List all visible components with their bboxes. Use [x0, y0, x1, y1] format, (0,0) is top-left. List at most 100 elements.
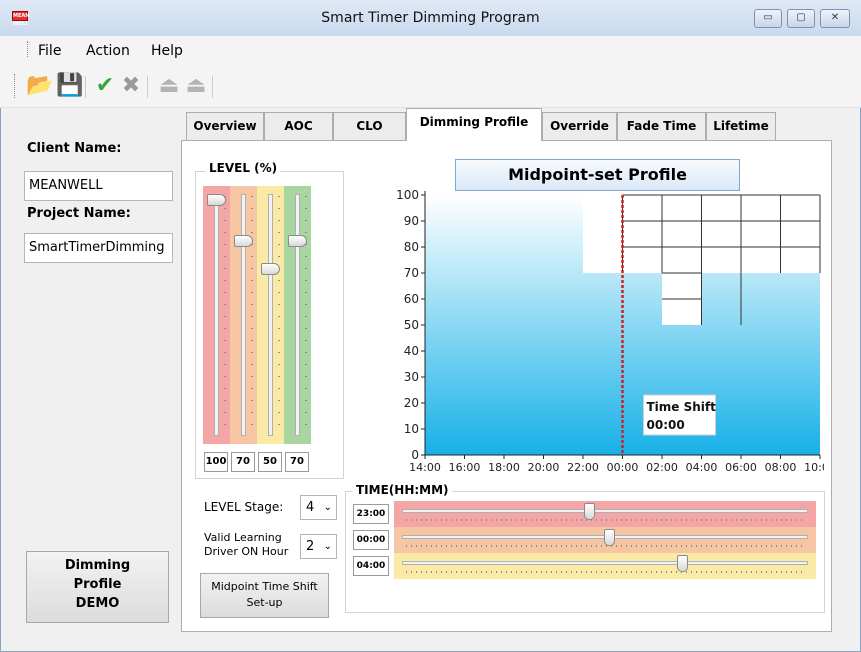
level-value-2[interactable]: 70: [231, 452, 255, 472]
chart-x-tick-label: 22:00: [567, 461, 599, 474]
level-slider-1-thumb[interactable]: [207, 194, 226, 206]
tab-lifetime[interactable]: Lifetime: [706, 112, 776, 140]
valid-learning-line-2: Driver ON Hour: [204, 545, 289, 558]
menu-file[interactable]: File: [38, 43, 61, 59]
chart-annotation-label: Time Shift: [647, 400, 717, 414]
time-slider-3-thumb[interactable]: [677, 555, 689, 572]
chart-y-tick-label: 40: [404, 344, 419, 358]
project-name-input[interactable]: SmartTimerDimming: [24, 233, 173, 263]
time-value-1[interactable]: 23:00: [353, 504, 389, 524]
time-value-2[interactable]: 00:00: [353, 530, 389, 550]
level-slider-4[interactable]: [295, 194, 300, 436]
time-slider-3-track-bg: [394, 553, 816, 579]
chart-x-tick-label: 00:00: [607, 461, 639, 474]
time-slider-3[interactable]: [402, 561, 808, 565]
cross-icon: ✖: [121, 73, 141, 98]
level-slider-4-thumb[interactable]: [288, 235, 307, 248]
chart-y-tick-label: 0: [411, 448, 419, 462]
dimming-profile-chart: 0 10 20 30 40 50 60 70 80 90 100 14:00 16:00 18:00 20:…: [396, 188, 824, 474]
chart-y-tick-label: 10: [404, 422, 419, 436]
tab-overview[interactable]: Overview: [186, 112, 264, 140]
chart-y-tick-label: 100: [396, 188, 419, 202]
menu-action[interactable]: Action: [86, 43, 130, 59]
chart-y-tick-label: 90: [404, 214, 419, 228]
save-button[interactable]: 💾: [56, 73, 84, 99]
level-slider-ticks: [224, 196, 226, 434]
learning-hour-select[interactable]: 2 ⌄: [300, 534, 337, 559]
open-folder-icon: 📂: [26, 73, 54, 98]
window-title: Smart Timer Dimming Program: [321, 10, 540, 26]
chart-x-tick-label: 18:00: [488, 461, 520, 474]
tab-dimming-profile[interactable]: Dimming Profile: [406, 108, 542, 141]
level-slider-ticks: [278, 196, 280, 434]
time-value-3[interactable]: 04:00: [353, 556, 389, 576]
chart-x-tick-label: 02:00: [646, 461, 678, 474]
level-value-1[interactable]: 100: [204, 452, 228, 472]
chart-y-tick-label: 50: [404, 318, 419, 332]
level-slider-3-thumb[interactable]: [261, 263, 280, 275]
chart-y-tick-label: 80: [404, 240, 419, 254]
download-icon: ⏏: [185, 73, 207, 98]
minimize-button[interactable]: ▭: [754, 9, 782, 28]
dimming-profile-page: LEVEL (%) 100 70 50 70 Midpoint-set Profile…: [181, 140, 832, 632]
level-slider-3[interactable]: [268, 194, 273, 436]
maximize-icon: ▢: [796, 12, 806, 23]
chart-x-tick-label: 20:00: [528, 461, 560, 474]
client-name-label: Client Name:: [27, 141, 122, 156]
maximize-button[interactable]: ▢: [787, 9, 815, 28]
client-name-input[interactable]: MEANWELL: [24, 171, 173, 201]
menu-help[interactable]: Help: [151, 43, 183, 59]
level-stage-label: LEVEL Stage:: [204, 500, 284, 514]
level-slider-2-thumb[interactable]: [234, 235, 253, 248]
close-icon: ✕: [830, 12, 840, 23]
chart-annotation-value: 00:00: [647, 418, 685, 432]
level-value-3[interactable]: 50: [258, 452, 282, 472]
level-group-title: LEVEL (%): [206, 161, 281, 175]
time-slider-ticks: [406, 571, 804, 573]
time-slider-2-thumb[interactable]: [604, 529, 616, 546]
midpoint-time-shift-button[interactable]: Midpoint Time Shift Set-up: [200, 573, 329, 618]
chart-x-tick-label: 10:00: [804, 461, 824, 474]
chart-y-tick-label: 30: [404, 370, 419, 384]
dimming-profile-demo-button[interactable]: Dimming Profile DEMO: [26, 551, 169, 623]
time-slider-1-track-bg: [394, 501, 816, 527]
demo-button-line-1: Dimming: [64, 558, 131, 573]
time-group-title: TIME(HH:MM): [353, 483, 452, 497]
chevron-down-icon: ⌄: [323, 502, 332, 513]
midpoint-button-line-1: Midpoint Time Shift: [211, 580, 318, 593]
learning-hour-value: 2: [306, 539, 315, 554]
toolbar-separator: [85, 76, 86, 98]
time-slider-ticks: [406, 545, 804, 547]
time-slider-ticks: [406, 519, 804, 521]
level-value-4[interactable]: 70: [285, 452, 309, 472]
tab-override[interactable]: Override: [542, 112, 617, 140]
cross-button[interactable]: ✖: [119, 73, 143, 99]
level-stage-select[interactable]: 4 ⌄: [300, 495, 337, 520]
close-button[interactable]: ✕: [820, 9, 850, 28]
tab-fade-time[interactable]: Fade Time: [617, 112, 706, 140]
level-slider-ticks: [251, 196, 253, 434]
tab-aoc[interactable]: AOC: [264, 112, 333, 140]
download-button[interactable]: ⏏: [184, 73, 208, 99]
chart-x-tick-label: 06:00: [725, 461, 757, 474]
chart-x-tick-label: 14:00: [409, 461, 441, 474]
valid-learning-label: Valid Learning Driver ON Hour: [204, 531, 288, 559]
check-button[interactable]: ✔: [93, 73, 117, 99]
time-slider-1[interactable]: [402, 509, 808, 513]
chart-y-tick-label: 60: [404, 292, 419, 306]
level-stage-value: 4: [306, 500, 315, 515]
minimize-icon: ▭: [763, 12, 773, 23]
toolbar-grip: [14, 74, 18, 98]
demo-button-line-2: Profile: [73, 577, 122, 592]
level-slider-1[interactable]: [214, 194, 219, 436]
time-slider-1-thumb[interactable]: [583, 503, 595, 520]
level-slider-2[interactable]: [241, 194, 246, 436]
open-folder-button[interactable]: 📂: [26, 73, 54, 99]
toolbar-separator: [212, 76, 213, 98]
valid-learning-line-1: Valid Learning: [204, 531, 282, 544]
save-icon: 💾: [56, 73, 84, 98]
tab-clo[interactable]: CLO: [333, 112, 406, 140]
chevron-down-icon: ⌄: [323, 541, 332, 552]
upload-button[interactable]: ⏏: [157, 73, 181, 99]
demo-button-line-3: DEMO: [75, 596, 120, 611]
